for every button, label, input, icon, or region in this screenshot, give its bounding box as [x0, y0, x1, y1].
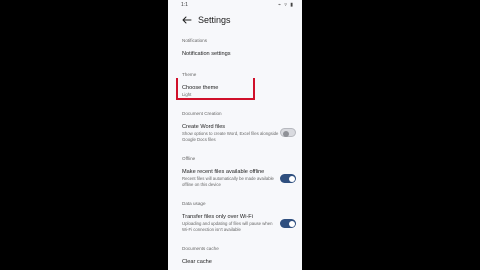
theme-highlight-box: [176, 78, 255, 100]
wifi-only-item[interactable]: Transfer files only over Wi-Fi: [182, 214, 253, 220]
notification-settings-item[interactable]: Notification settings: [182, 51, 231, 57]
status-time: 1:1: [181, 2, 188, 8]
section-header-data-usage: Data usage: [182, 201, 206, 206]
clear-cache-item[interactable]: Clear cache: [182, 259, 212, 265]
section-header-document-creation: Document Creation: [182, 111, 222, 116]
section-header-offline: Offline: [182, 156, 196, 161]
toggle-knob: [288, 175, 295, 182]
create-word-files-toggle[interactable]: [280, 128, 296, 137]
app-bar: Settings: [168, 10, 302, 30]
back-arrow-icon[interactable]: [182, 16, 192, 24]
status-icons: ⌁ ▿ ▮: [277, 2, 294, 8]
section-header-notifications: Notifications: [182, 38, 208, 43]
offline-files-toggle[interactable]: [280, 174, 296, 183]
section-header-theme: Theme: [182, 72, 197, 77]
create-word-files-description: Show options to create Word, Excel files…: [182, 131, 279, 142]
status-bar: 1:1 ⌁ ▿ ▮: [168, 0, 302, 10]
phone-screen: 1:1 ⌁ ▿ ▮ Settings Notifications Notific…: [168, 0, 302, 270]
offline-files-item[interactable]: Make recent files available offline: [182, 169, 264, 175]
toggle-knob: [283, 130, 289, 137]
wifi-only-toggle[interactable]: [280, 219, 296, 228]
page-title: Settings: [198, 15, 231, 25]
toggle-knob: [288, 220, 295, 227]
create-word-files-item[interactable]: Create Word files: [182, 124, 225, 130]
offline-files-description: Recent files will automatically be made …: [182, 176, 274, 187]
section-header-documents-cache: Documents cache: [182, 246, 219, 251]
wifi-only-description: Uploading and updating of files will pau…: [182, 221, 273, 232]
